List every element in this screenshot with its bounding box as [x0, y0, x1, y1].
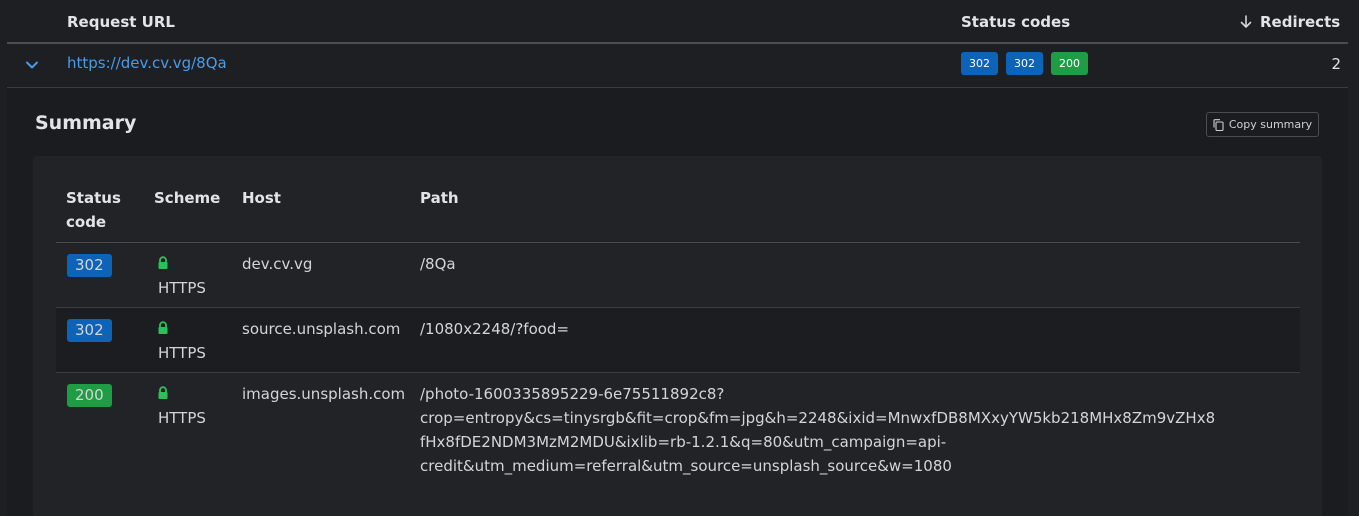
- status-badge: 200: [67, 384, 112, 407]
- path-column-header: Path: [420, 189, 459, 207]
- chevron-down-icon[interactable]: [23, 56, 41, 74]
- lock-icon: [158, 256, 168, 269]
- copy-summary-button[interactable]: Copy summary: [1206, 112, 1319, 137]
- path-text: /photo-1600335895229-6e75511892c8? crop=…: [420, 382, 1215, 478]
- host-text: dev.cv.vg: [242, 255, 313, 273]
- path-line: crop=entropy&cs=tinysrgb&fit=crop&fm=jpg…: [420, 409, 1216, 427]
- copy-summary-label: Copy summary: [1228, 118, 1313, 131]
- status-badge: 302: [961, 52, 998, 75]
- redirect-count: 2: [1331, 55, 1341, 73]
- lock-icon: [158, 321, 168, 334]
- status-badge: 302: [67, 254, 112, 277]
- path-line: credit&utm_medium=referral&utm_source=un…: [420, 457, 952, 475]
- summary-panel: Summary Copy summary Status code Scheme …: [7, 88, 1348, 516]
- status-header-line1: Status: [66, 189, 121, 207]
- status-badge: 302: [67, 319, 112, 342]
- summary-table: Status code Scheme Host Path 302 HTTPS d…: [33, 156, 1322, 516]
- host-text: images.unsplash.com: [242, 385, 406, 403]
- status-badge: 200: [1051, 52, 1088, 75]
- request-row[interactable]: https://dev.cv.vg/8Qa 302 302 200 2: [7, 44, 1348, 87]
- status-code-column-header: Status code: [66, 186, 121, 234]
- status-header-line2: code: [66, 213, 107, 231]
- status-codes-header: Status codes: [961, 13, 1071, 31]
- arrow-down-icon: [1240, 15, 1252, 28]
- path-line: fHx8fDE2NDM3MzM2MDU&ixlib=rb-1.2.1&q=80&…: [420, 433, 947, 451]
- request-url-link[interactable]: https://dev.cv.vg/8Qa: [67, 54, 227, 72]
- host-text: source.unsplash.com: [242, 320, 401, 338]
- scheme-column-header: Scheme: [154, 189, 221, 207]
- path-line: /photo-1600335895229-6e75511892c8?: [420, 385, 725, 403]
- requests-table-header: Request URL Status codes Redirects: [0, 0, 1359, 44]
- redirects-header[interactable]: Redirects: [1240, 13, 1340, 31]
- status-badge: 302: [1006, 52, 1043, 75]
- table-header-divider: [56, 242, 1300, 243]
- path-text: /8Qa: [420, 255, 456, 273]
- row-divider: [56, 372, 1300, 373]
- copy-icon: [1213, 118, 1224, 131]
- scheme-text: HTTPS: [158, 344, 206, 362]
- redirects-header-label: Redirects: [1260, 13, 1341, 31]
- status-code-badges: 302 302 200: [961, 52, 1088, 75]
- request-url-header: Request URL: [67, 13, 175, 31]
- path-text: /1080x2248/?food=: [420, 320, 570, 338]
- scheme-text: HTTPS: [158, 279, 206, 297]
- summary-title: Summary: [35, 112, 137, 134]
- lock-icon: [158, 386, 168, 399]
- host-column-header: Host: [242, 189, 281, 207]
- scheme-text: HTTPS: [158, 409, 206, 427]
